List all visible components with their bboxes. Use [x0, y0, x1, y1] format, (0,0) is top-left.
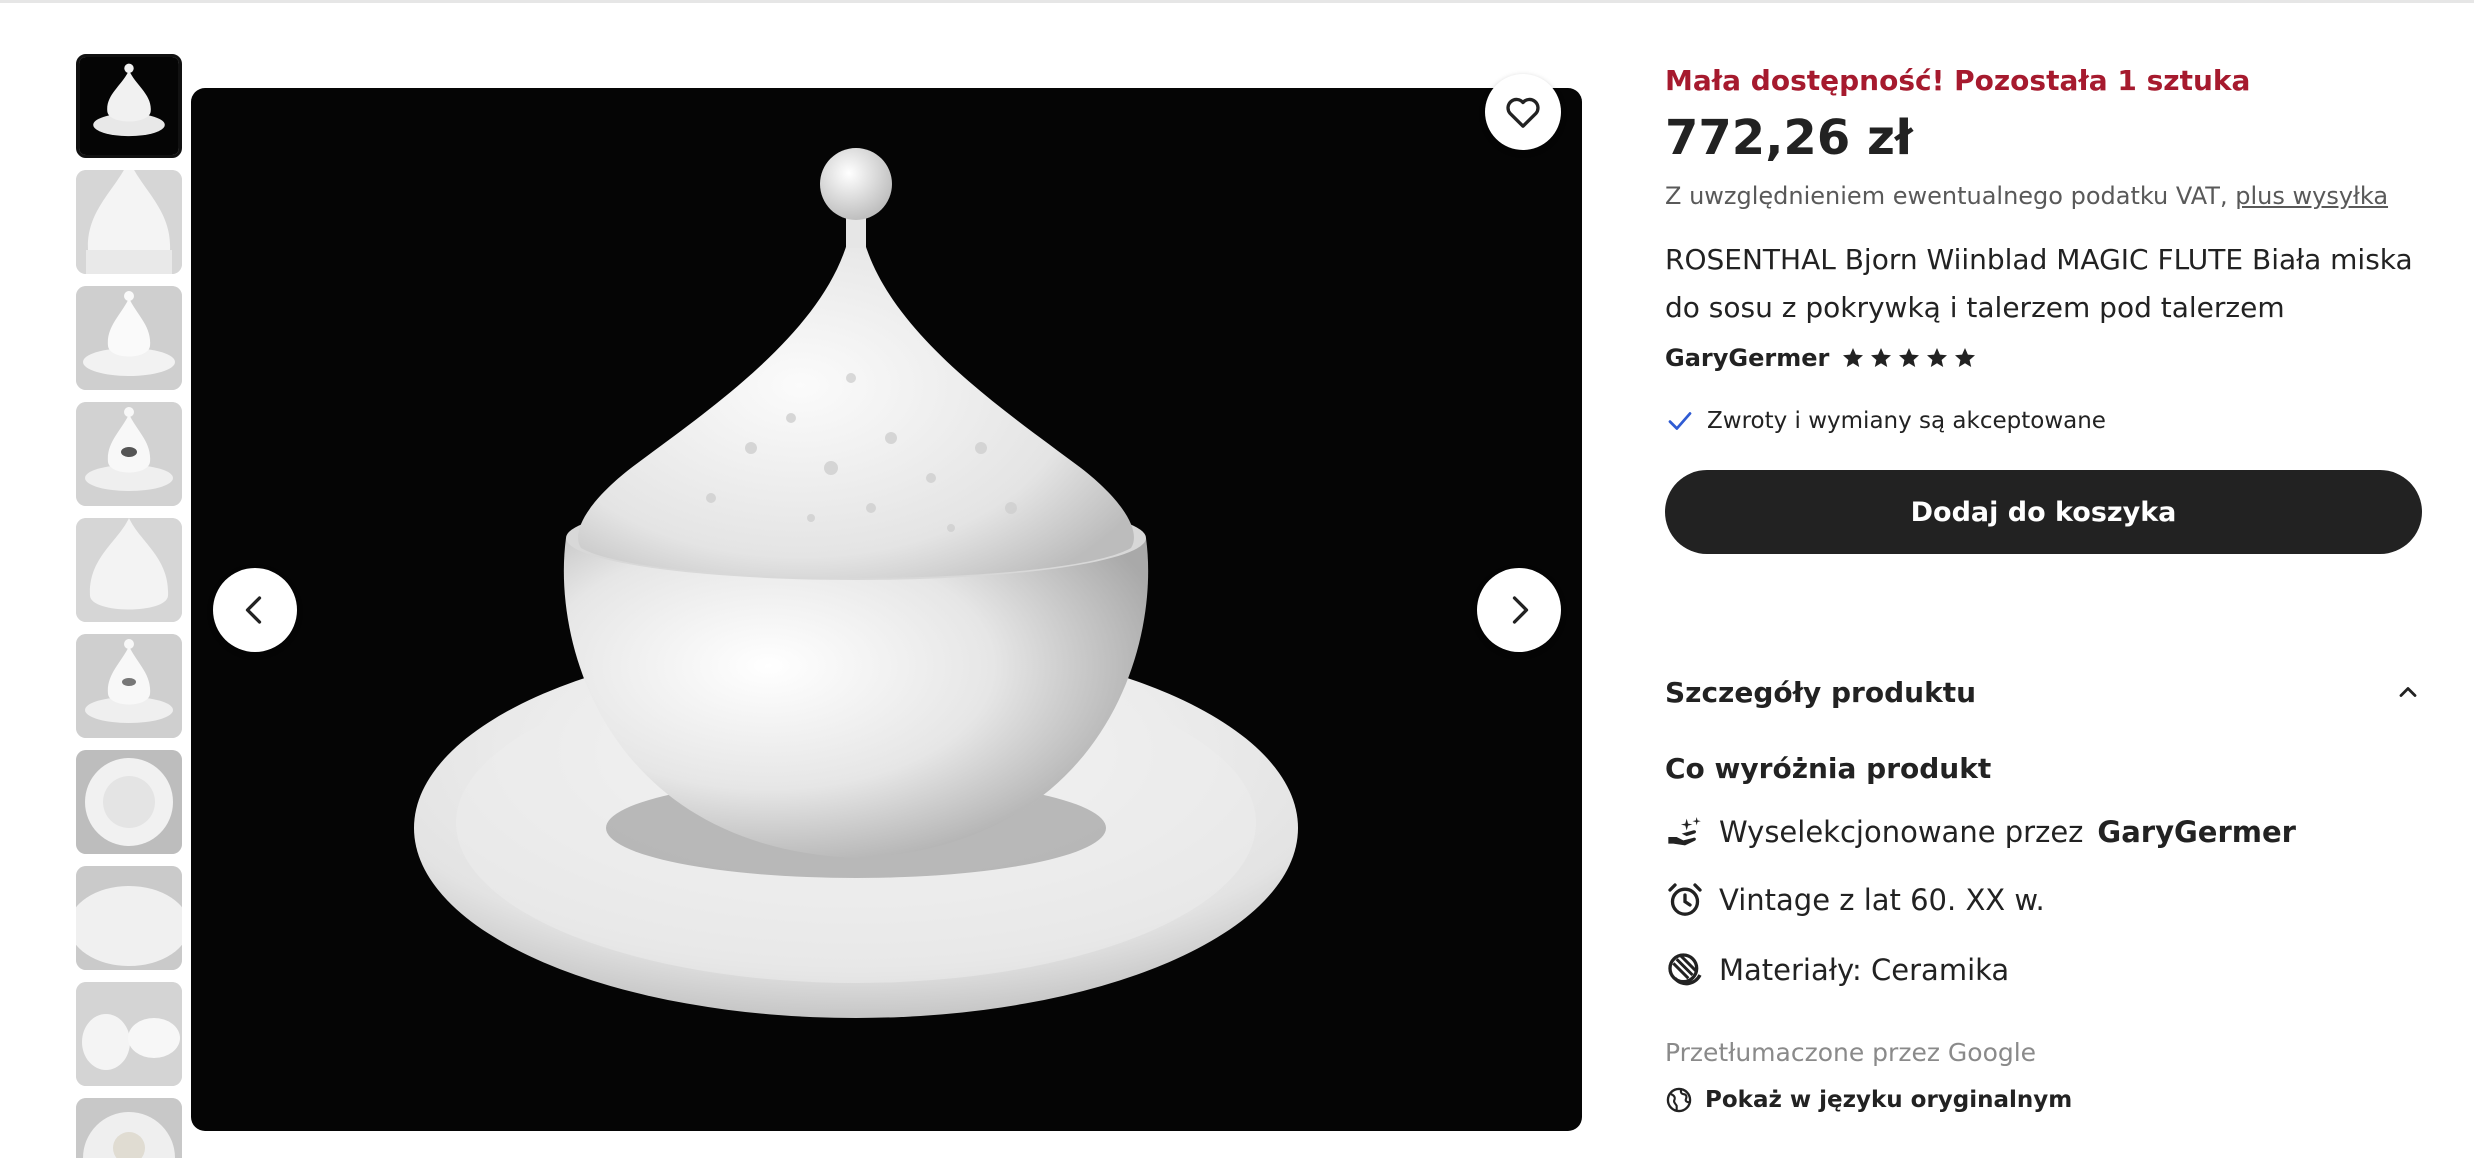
thumbnail-3[interactable] [76, 286, 182, 390]
thumbnail-5[interactable] [76, 518, 182, 622]
thumbnail-8[interactable] [76, 866, 182, 970]
price: 772,26 zł [1665, 110, 1913, 166]
vat-note: Z uwzględnieniem ewentualnego podatku VA… [1665, 182, 2388, 210]
chevron-left-icon [245, 596, 262, 624]
highlight-vintage: Vintage z lat 60. XX w. [1665, 880, 2045, 920]
curated-prefix: Wyselekcjonowane przez [1719, 815, 2084, 849]
stock-notice: Mała dostępność! Pozostała 1 sztuka [1665, 64, 2251, 97]
returns-policy: Zwroty i wymiany są akceptowane [1665, 406, 2106, 436]
chevron-right-icon [1512, 596, 1529, 624]
star-icon [1843, 348, 1864, 367]
next-image-button[interactable] [1477, 568, 1561, 652]
thumbnail-image [76, 1098, 182, 1158]
seller-name[interactable]: GaryGermer [1665, 344, 1829, 372]
vat-text: Z uwzględnieniem ewentualnego podatku VA… [1665, 182, 2228, 210]
thumbnail-image [76, 518, 182, 622]
material-icon [1668, 953, 1702, 986]
thumbnail-image [76, 402, 182, 506]
seller-rating[interactable] [1841, 346, 1977, 370]
chevron-up-icon [2399, 687, 2417, 697]
check-icon [1668, 412, 1692, 430]
product-photo [414, 148, 1298, 1018]
shipping-link[interactable]: plus wysyłka [2235, 182, 2388, 210]
top-border [0, 0, 2474, 3]
favorite-button[interactable] [1485, 74, 1561, 150]
thumbnail-7[interactable] [76, 750, 182, 854]
thumbnail-image [79, 57, 179, 155]
show-original-button[interactable]: Pokaż w języku oryginalnym [1665, 1086, 2072, 1114]
thumbnail-1[interactable] [76, 54, 182, 158]
thumbnail-9[interactable] [76, 982, 182, 1086]
alarm-clock-icon [1668, 883, 1702, 916]
thumbnail-6[interactable] [76, 634, 182, 738]
previous-image-button[interactable] [213, 568, 297, 652]
translation-note: Przetłumaczone przez Google [1665, 1038, 2037, 1067]
highlights-heading: Co wyróżnia produkt [1665, 752, 1992, 785]
star-icon [1927, 348, 1948, 367]
thumbnail-2[interactable] [76, 170, 182, 274]
returns-text: Zwroty i wymiany są akceptowane [1707, 408, 2106, 434]
thumbnail-image [76, 286, 182, 390]
add-to-cart-button[interactable]: Dodaj do koszyka [1665, 470, 2422, 554]
product-details-toggle[interactable]: Szczegóły produktu [1665, 670, 2422, 714]
globe-icon [1666, 1087, 1692, 1113]
thumbnail-image [76, 866, 182, 970]
star-icon [1955, 348, 1976, 367]
curated-seller: GaryGermer [2097, 815, 2296, 849]
vintage-text: Vintage z lat 60. XX w. [1719, 883, 2045, 917]
thumbnail-image [76, 982, 182, 1086]
thumbnail-image [76, 634, 182, 738]
highlight-materials: Materiały: Ceramika [1665, 950, 2009, 990]
main-product-image [191, 88, 1582, 1131]
hand-sparkle-icon [1668, 817, 1701, 846]
thumbnail-strip [76, 54, 182, 1158]
heart-icon [1506, 97, 1540, 128]
thumbnail-image [76, 750, 182, 854]
product-details-heading: Szczegóły produktu [1665, 675, 1977, 709]
highlight-curated: Wyselekcjonowane przez GaryGermer [1665, 812, 2296, 852]
star-icon [1871, 348, 1892, 367]
thumbnail-4[interactable] [76, 402, 182, 506]
product-title: ROSENTHAL Bjorn Wiinblad MAGIC FLUTE Bia… [1665, 243, 2413, 324]
thumbnail-10[interactable] [76, 1098, 182, 1158]
thumbnail-image [76, 170, 182, 274]
seller-row: GaryGermer [1665, 344, 1977, 372]
show-original-label: Pokaż w języku oryginalnym [1705, 1087, 2073, 1113]
materials-text: Materiały: Ceramika [1719, 953, 2010, 987]
star-icon [1899, 348, 1920, 367]
